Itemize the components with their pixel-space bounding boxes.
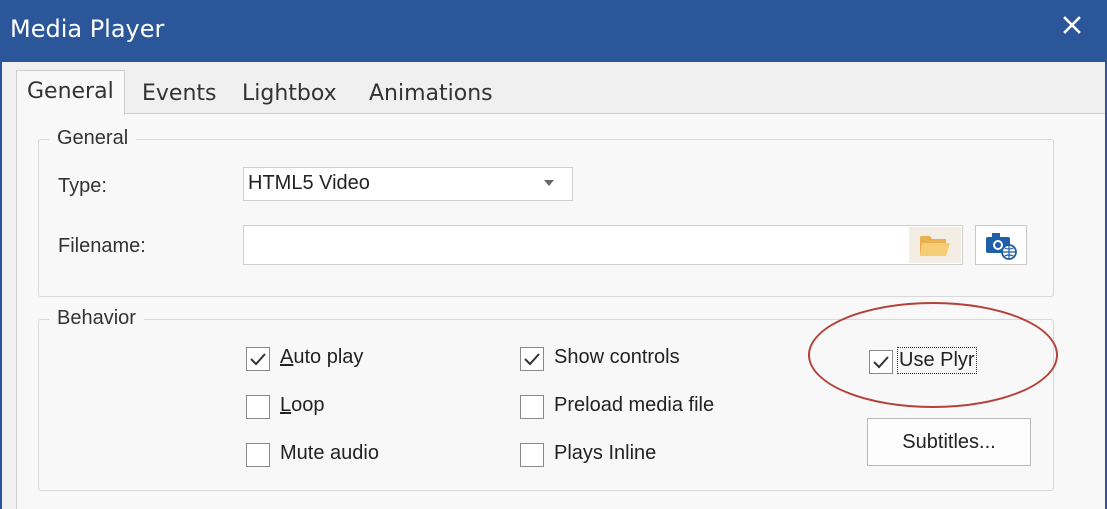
use-plyr-checkbox[interactable]: Use Plyr: [869, 347, 1019, 378]
chevron-down-icon: [544, 180, 554, 186]
checkmark-icon: [250, 353, 266, 366]
tab-general[interactable]: General: [16, 70, 125, 115]
type-select[interactable]: HTML5 Video: [243, 167, 573, 201]
preload-media-checkbox[interactable]: Preload media file: [520, 394, 750, 423]
web-media-button[interactable]: [975, 225, 1027, 265]
behavior-groupbox: Behavior Auto play Loop Mute audio Show …: [38, 307, 1054, 491]
title-bar: Media Player: [0, 0, 1107, 62]
use-plyr-label: Use Plyr: [897, 347, 977, 374]
loop-label: Loop: [280, 394, 325, 416]
preload-media-label: Preload media file: [554, 394, 715, 416]
filename-label: Filename:: [58, 235, 146, 257]
tab-lightbox[interactable]: Lightbox: [242, 76, 337, 112]
checkbox-box[interactable]: [246, 347, 270, 371]
checkbox-box[interactable]: [520, 347, 544, 371]
folder-icon: [920, 236, 950, 256]
checkbox-box[interactable]: [520, 395, 544, 419]
checkmark-icon: [873, 356, 889, 369]
tab-panel-general: General Type: HTML5 Video Filename: Beha…: [16, 113, 1107, 509]
type-select-value: HTML5 Video: [248, 172, 370, 194]
close-icon: [1063, 16, 1081, 34]
window-border: [0, 62, 2, 509]
tab-strip: General Events Lightbox Animations: [16, 70, 1096, 115]
general-groupbox: General Type: HTML5 Video Filename:: [38, 127, 1054, 297]
tab-animations[interactable]: Animations: [369, 76, 493, 112]
auto-play-checkbox[interactable]: Auto play: [246, 346, 396, 375]
dialog-client-area: General Events Lightbox Animations Gener…: [0, 62, 1107, 509]
window-title: Media Player: [10, 15, 165, 43]
behavior-group-label: Behavior: [49, 307, 144, 330]
plays-inline-label: Plays Inline: [554, 442, 657, 464]
filename-input[interactable]: [243, 225, 963, 265]
auto-play-label: Auto play: [280, 346, 364, 368]
camera-globe-icon: [986, 233, 1017, 260]
show-controls-checkbox[interactable]: Show controls: [520, 346, 720, 375]
type-label: Type:: [58, 175, 107, 197]
general-group-label: General: [49, 127, 137, 150]
checkmark-icon: [524, 353, 540, 366]
tab-events[interactable]: Events: [142, 76, 217, 112]
checkbox-box[interactable]: [520, 443, 544, 467]
checkbox-box[interactable]: [869, 350, 893, 374]
subtitles-button[interactable]: Subtitles...: [867, 418, 1031, 466]
loop-checkbox[interactable]: Loop: [246, 394, 396, 423]
plays-inline-checkbox[interactable]: Plays Inline: [520, 442, 710, 471]
checkbox-box[interactable]: [246, 443, 270, 467]
checkbox-box[interactable]: [246, 395, 270, 419]
show-controls-label: Show controls: [554, 346, 680, 368]
mute-audio-label: Mute audio: [280, 442, 379, 464]
browse-button[interactable]: [909, 227, 961, 263]
close-button[interactable]: [1037, 0, 1107, 50]
mute-audio-checkbox[interactable]: Mute audio: [246, 442, 416, 471]
